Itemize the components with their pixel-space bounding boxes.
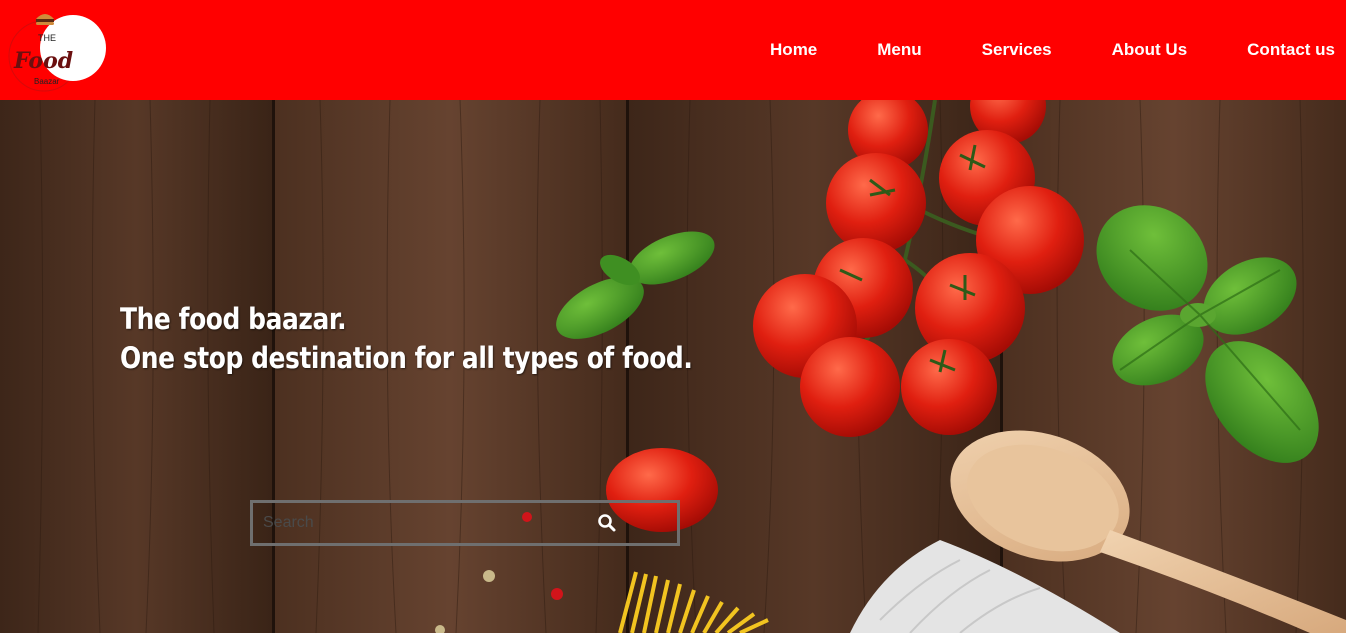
hero-section: The food baazar. One stop destination fo… bbox=[0, 100, 1346, 633]
hero-headline: The food baazar. One stop destination fo… bbox=[120, 300, 693, 378]
navbar: THE Food Baazar Home Menu Services About… bbox=[0, 0, 1346, 100]
svg-text:THE: THE bbox=[38, 33, 56, 43]
site-logo[interactable]: THE Food Baazar bbox=[4, 8, 108, 94]
headline-line-2: One stop destination for all types of fo… bbox=[120, 341, 693, 375]
nav-services[interactable]: Services bbox=[982, 40, 1052, 60]
svg-text:Food: Food bbox=[13, 48, 73, 74]
svg-text:Baazar: Baazar bbox=[34, 77, 60, 86]
nav-menu[interactable]: Menu bbox=[877, 40, 921, 60]
nav-contact-us[interactable]: Contact us bbox=[1247, 40, 1335, 60]
main-nav: Home Menu Services About Us Contact us bbox=[770, 0, 1346, 100]
headline-line-1: The food baazar. bbox=[120, 302, 347, 336]
nav-about-us[interactable]: About Us bbox=[1112, 40, 1188, 60]
search-icon bbox=[598, 514, 616, 532]
search-input[interactable] bbox=[263, 511, 583, 535]
nav-home[interactable]: Home bbox=[770, 40, 817, 60]
search-button[interactable] bbox=[597, 513, 617, 533]
search-box bbox=[250, 500, 680, 546]
